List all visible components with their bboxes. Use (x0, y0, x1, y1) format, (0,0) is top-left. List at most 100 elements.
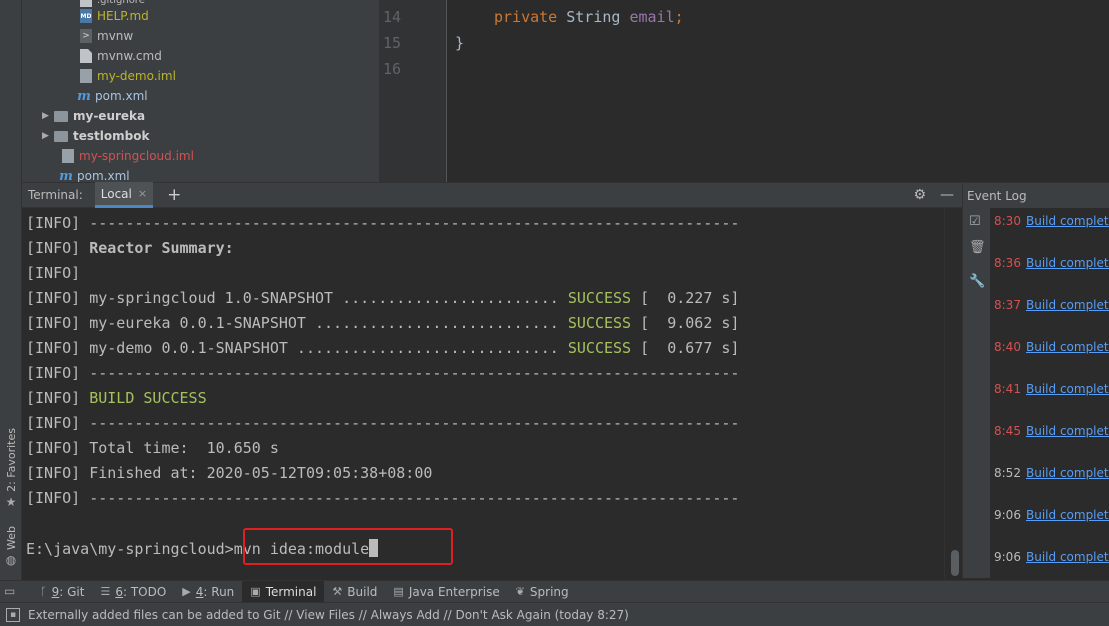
module-time: [ 0.227 s] (631, 289, 740, 307)
event-entry: 8:45 Build completed (994, 424, 1109, 438)
event-link[interactable]: Build completed (1026, 214, 1109, 228)
tree-item-label: my-demo.iml (97, 69, 176, 83)
tool-window-spring[interactable]: ❦ Spring (508, 581, 577, 603)
expand-arrow-icon[interactable]: ▶ (42, 111, 54, 121)
status-message[interactable]: Externally added files can be added to G… (28, 608, 629, 622)
expand-arrow-icon[interactable]: ▶ (42, 131, 54, 141)
status-toggle-icon[interactable]: ▪ (6, 607, 20, 622)
tool-window-git[interactable]: ᚴ9: Git (32, 581, 92, 603)
tool-window-todo[interactable]: ☰ 6: TODO (92, 581, 174, 603)
tool-windows-toggle-icon[interactable]: ▭ (4, 584, 15, 598)
terminal-line: [INFO] ---------------------------------… (26, 214, 740, 232)
tree-item-my-springcloud-iml[interactable]: my-springcloud.iml (62, 146, 194, 166)
event-time: 8:40 (994, 340, 1021, 354)
tree-item-label: mvnw (97, 29, 134, 43)
event-link[interactable]: Build completed (1026, 256, 1109, 270)
event-link[interactable]: Build completed (1026, 382, 1109, 396)
tree-item-help-md[interactable]: MD HELP.md (80, 6, 149, 26)
terminal-line: [INFO] Reactor Summary: (26, 239, 234, 257)
tree-item-mvnw[interactable]: > mvnw (80, 26, 133, 46)
spring-leaf-icon: ❦ (515, 585, 525, 598)
terminal-icon: ▣ (250, 585, 261, 598)
scrollbar-thumb[interactable] (951, 550, 959, 576)
prompt-path: E:\java\my-springcloud> (26, 540, 234, 558)
tree-item-my-eureka[interactable]: ▶ my-eureka (42, 106, 145, 126)
new-terminal-button[interactable]: + (167, 185, 181, 205)
type-string: String (557, 8, 630, 26)
mnemonic: 4 (195, 584, 204, 599)
mark-read-icon[interactable]: ☑ (969, 214, 981, 229)
terminal-output[interactable]: [INFO] ---------------------------------… (22, 208, 944, 578)
folder-icon (54, 130, 68, 142)
terminal-title: Terminal: (28, 188, 83, 202)
tool-window-build[interactable]: ⚒ Build (324, 581, 385, 603)
tree-item-label: HELP.md (97, 9, 149, 23)
tab-local-label: Local (100, 186, 132, 201)
semicolon: ; (674, 8, 684, 26)
web-tab[interactable]: Web ◍ (0, 526, 22, 567)
java-enterprise-icon: ▤ (393, 585, 404, 598)
tool-window-label: : Git (59, 584, 85, 599)
favorites-tab-label: 2: Favorites (4, 428, 18, 492)
event-link[interactable]: Build completed (1026, 340, 1109, 354)
terminal-line: [INFO] my-eureka 0.0.1-SNAPSHOT ........… (26, 314, 739, 332)
line-number: 14 (383, 8, 402, 26)
wrench-icon[interactable]: 🔧 (969, 274, 985, 289)
tree-item-pom-xml[interactable]: m pom.xml (77, 86, 147, 106)
minimize-icon[interactable]: — (940, 187, 954, 203)
success-label: SUCCESS (567, 289, 632, 307)
play-icon: ▶ (182, 585, 191, 598)
tool-window-terminal[interactable]: ▣ Terminal (242, 580, 325, 603)
code-editor[interactable]: 14 15 16 private String email; } (379, 0, 1109, 182)
event-entry: 9:06 Build completed (994, 508, 1109, 522)
field-email: email (629, 8, 675, 26)
tab-local[interactable]: Local × (94, 182, 154, 208)
event-link[interactable]: Build completed (1026, 424, 1109, 438)
event-time: 8:36 (994, 256, 1021, 270)
terminal-prefix: [INFO] (26, 239, 90, 257)
project-tree: .gitignore MD HELP.md > mvnw mvnw.cmd my… (22, 0, 379, 182)
event-entry: 8:52 Build completed (994, 466, 1109, 480)
event-log-title: Event Log (967, 188, 1027, 203)
event-entry: 8:36 Build completed (994, 256, 1109, 270)
iml-file-icon (62, 149, 74, 163)
globe-icon: ◍ (5, 552, 17, 567)
favorites-tab[interactable]: 2: Favorites ★ (0, 428, 22, 509)
tree-item-testlombok[interactable]: ▶ testlombok (42, 126, 149, 146)
event-entry: 8:40 Build completed (994, 340, 1109, 354)
event-entry: 8:37 Build completed (994, 298, 1109, 312)
module-line: [INFO] my-demo 0.0.1-SNAPSHOT ..........… (26, 339, 568, 357)
tree-item-label: testlombok (73, 129, 150, 143)
event-time: 8:30 (994, 214, 1021, 228)
shell-file-icon: > (80, 29, 92, 43)
keyword-private: private (494, 8, 558, 26)
event-link[interactable]: Build completed (1026, 550, 1109, 564)
tool-window-java-enterprise[interactable]: ▤ Java Enterprise (385, 581, 507, 603)
tool-window-label: Terminal (265, 584, 317, 599)
code-line-14: private String email; (494, 8, 684, 26)
left-tool-strip: 2: Favorites ★ Web ◍ (0, 0, 22, 580)
gear-icon[interactable]: ⚙ (913, 187, 926, 203)
tree-item-root-pom-xml[interactable]: m pom.xml (59, 166, 129, 183)
trash-icon[interactable]: 🗑 (969, 240, 986, 255)
event-link[interactable]: Build completed (1026, 298, 1109, 312)
tool-window-run[interactable]: ▶ 4: Run (174, 581, 242, 603)
event-time: 8:52 (994, 466, 1021, 480)
tree-item-my-demo-iml[interactable]: my-demo.iml (80, 66, 176, 86)
list-icon: ☰ (100, 585, 111, 598)
success-label: SUCCESS (567, 314, 632, 332)
iml-file-icon (80, 69, 92, 83)
web-tab-label: Web (4, 526, 18, 550)
line-number: 15 (383, 34, 402, 52)
mnemonic: 9 (51, 584, 60, 599)
terminal-prefix: [INFO] (26, 389, 90, 407)
terminal-line: [INFO] my-springcloud 1.0-SNAPSHOT .....… (26, 289, 739, 307)
event-link[interactable]: Build completed (1026, 466, 1109, 480)
close-icon[interactable]: × (138, 187, 147, 200)
terminal-scrollbar[interactable] (944, 208, 962, 578)
event-link[interactable]: Build completed (1026, 508, 1109, 522)
text-file-icon (80, 49, 92, 63)
event-entry: 9:06 Build completed (994, 550, 1109, 564)
tree-item-mvnw-cmd[interactable]: mvnw.cmd (80, 46, 162, 66)
event-entry: 8:30 Build completed (994, 214, 1109, 228)
